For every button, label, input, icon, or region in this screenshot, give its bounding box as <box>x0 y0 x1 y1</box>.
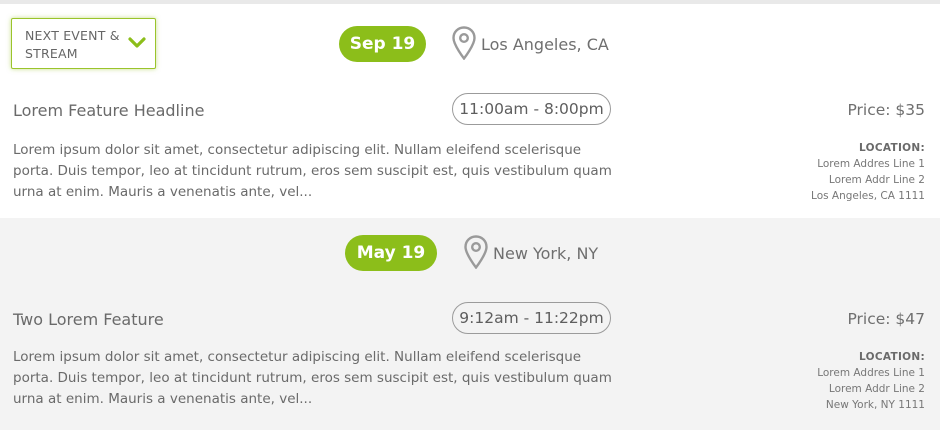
event-location: LOCATION: Lorem Addres Line 1 Lorem Addr… <box>817 349 925 413</box>
event-description: Lorem ipsum dolor sit amet, consectetur … <box>13 349 612 407</box>
event-filter-label: NEXT EVENT & STREAM <box>25 28 120 61</box>
location-line-2: Lorem Addr Line 2 <box>828 383 925 395</box>
event-date-badge: May 19 <box>345 235 437 271</box>
event-time-pill: 9:12am - 11:22pm <box>452 302 611 334</box>
map-pin-icon <box>464 235 488 269</box>
event-date-badge: Sep 19 <box>339 26 426 62</box>
location-line-3: Los Angeles, CA 1111 <box>811 190 925 202</box>
events-page: NEXT EVENT & STREAM Sep 19 Los Angeles, … <box>0 0 940 430</box>
event-headline[interactable]: Lorem Feature Headline <box>13 101 204 120</box>
event-location: LOCATION: Lorem Addres Line 1 Lorem Addr… <box>811 140 925 204</box>
event-description: Lorem ipsum dolor sit amet, consectetur … <box>13 142 612 200</box>
event-card: NEXT EVENT & STREAM Sep 19 Los Angeles, … <box>0 4 940 218</box>
location-line-1: Lorem Addres Line 1 <box>817 158 925 170</box>
event-price: Price: $35 <box>847 101 925 119</box>
event-price: Price: $47 <box>847 310 925 328</box>
event-card: May 19 New York, NY Two Lorem Feature 9:… <box>0 218 940 430</box>
location-line-3: New York, NY 1111 <box>825 399 925 411</box>
location-heading: LOCATION: <box>859 351 925 363</box>
chevron-down-icon <box>128 37 146 48</box>
event-filter-dropdown[interactable]: NEXT EVENT & STREAM <box>11 18 156 69</box>
location-line-2: Lorem Addr Line 2 <box>828 174 925 186</box>
location-line-1: Lorem Addres Line 1 <box>817 367 925 379</box>
event-city: New York, NY <box>493 244 599 263</box>
event-headline[interactable]: Two Lorem Feature <box>13 310 164 329</box>
map-pin-icon <box>452 26 476 60</box>
event-time-pill: 11:00am - 8:00pm <box>452 93 611 125</box>
event-city: Los Angeles, CA <box>481 35 609 54</box>
location-heading: LOCATION: <box>859 142 925 154</box>
